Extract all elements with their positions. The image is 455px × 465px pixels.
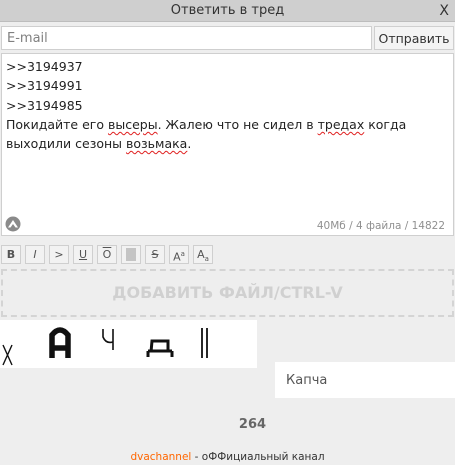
bold-label: B: [6, 248, 16, 261]
spoiler-icon: [126, 247, 136, 261]
subscript-button[interactable]: Aa: [193, 245, 213, 264]
captcha-image[interactable]: [0, 320, 257, 368]
superscript-button[interactable]: Aa: [169, 245, 189, 264]
captcha-glyph: [2, 344, 13, 366]
misspelled-word: тредах: [317, 116, 365, 132]
sage-icon[interactable]: [5, 216, 21, 232]
email-field[interactable]: [1, 26, 372, 50]
title-bar[interactable]: Ответить в тред X: [0, 0, 455, 22]
reply-link-3: >>3194985: [6, 97, 83, 113]
body-text: .: [187, 136, 192, 152]
message-body: Покидайте его высеры. Жалею что не сидел…: [6, 117, 410, 151]
close-button[interactable]: X: [439, 0, 449, 22]
subscript-mark: a: [204, 255, 209, 264]
strike-label: S: [151, 248, 159, 261]
italic-label: I: [33, 248, 37, 261]
channel-link[interactable]: dvachannel: [130, 451, 191, 463]
footer: dvachannel - оФФициальный канал: [0, 451, 455, 463]
strike-button[interactable]: S: [145, 245, 165, 264]
underline-button[interactable]: U: [73, 245, 93, 264]
overline-button[interactable]: O: [97, 245, 117, 264]
message-textarea[interactable]: >>3194937 >>3194991 >>3194985 Покидайте …: [1, 53, 454, 236]
form-title: Ответить в тред: [170, 3, 285, 18]
misspelled-word: возьмака: [126, 136, 188, 152]
spoiler-button[interactable]: [121, 245, 141, 264]
overline-label: O: [102, 248, 112, 261]
captcha-glyph: [146, 339, 174, 357]
quote-label: >: [54, 248, 64, 261]
post-counter: 264: [238, 417, 267, 432]
reply-link-1: >>3194937: [6, 59, 83, 74]
underline-label: U: [78, 248, 88, 261]
file-dropzone[interactable]: ДОБАВИТЬ ФАЙЛ/CTRL-V: [1, 269, 454, 317]
bold-button[interactable]: B: [1, 245, 21, 264]
message-text[interactable]: >>3194937 >>3194991 >>3194985 Покидайте …: [6, 57, 450, 153]
misspelled-word: высеры: [107, 116, 158, 132]
captcha-field[interactable]: [275, 362, 455, 398]
body-text: . Жалею что не сидел в: [157, 116, 318, 132]
body-text: Покидайте его: [6, 116, 108, 132]
quote-button[interactable]: >: [49, 245, 69, 264]
captcha-glyph: [102, 329, 114, 350]
superscript-label: A: [173, 250, 181, 264]
size-meter: 40Мб / 4 файла / 14822: [316, 220, 445, 232]
footer-text: - оФФициальный канал: [191, 451, 325, 463]
captcha-glyph: [49, 327, 71, 358]
superscript-mark: a: [180, 250, 185, 258]
subscript-label: A: [197, 248, 205, 261]
reply-link-2: >>3194991: [6, 78, 83, 94]
captcha-glyph: [201, 328, 208, 358]
italic-button[interactable]: I: [25, 245, 45, 264]
send-button[interactable]: Отправить: [374, 26, 454, 50]
reply-form: Ответить в тред X Отправить >>3194937 >>…: [0, 0, 455, 465]
